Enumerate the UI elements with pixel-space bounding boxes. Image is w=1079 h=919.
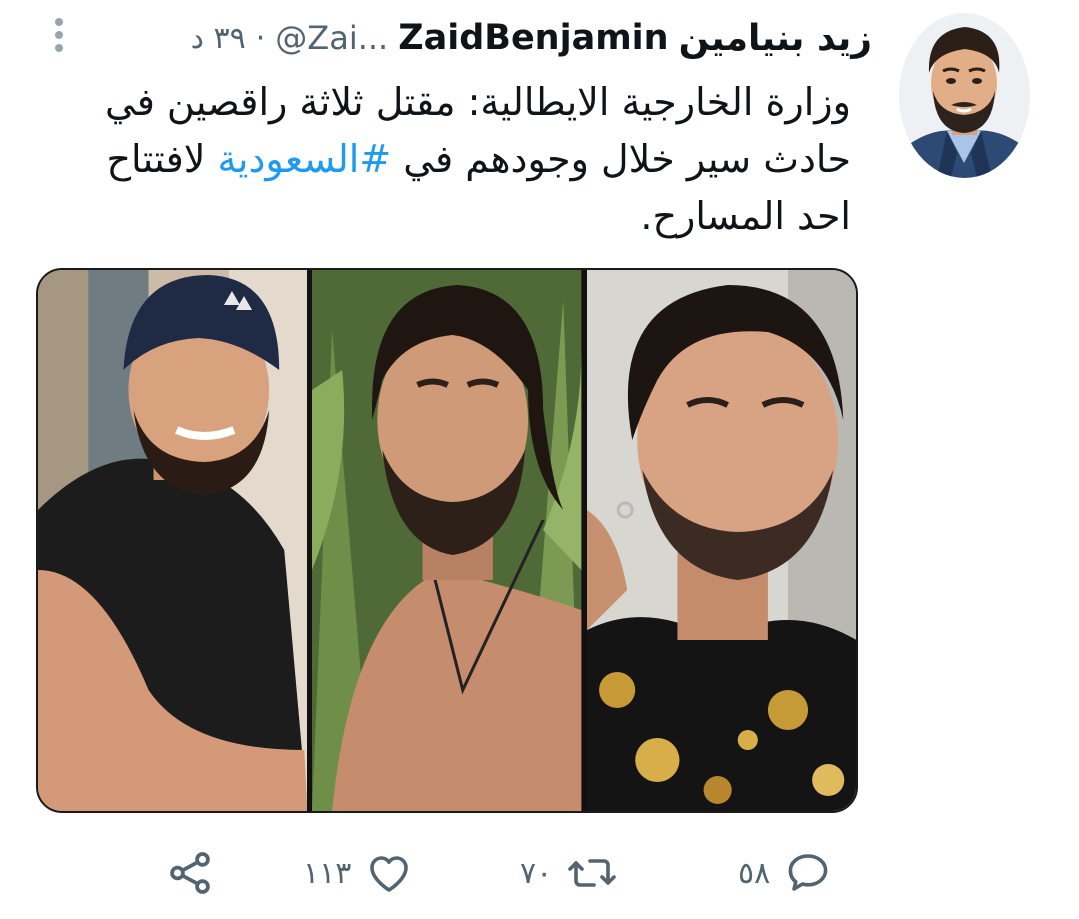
photo-1-image bbox=[38, 270, 308, 811]
retweet-arrows-icon[interactable] bbox=[566, 849, 618, 897]
reply-action[interactable]: ٥٨ bbox=[738, 840, 832, 906]
like-action[interactable]: ١١٣ bbox=[303, 840, 413, 906]
heart-icon[interactable] bbox=[365, 849, 413, 897]
share-action[interactable] bbox=[165, 840, 215, 906]
tweet-action-bar: ٥٨ ٧٠ ١١٣ bbox=[0, 840, 1079, 910]
tweet-photo-3[interactable] bbox=[586, 270, 856, 811]
photo-3-image bbox=[586, 270, 856, 811]
display-name-latin[interactable]: ZaidBenjamin bbox=[398, 18, 668, 58]
tweet-photo-2[interactable] bbox=[312, 270, 582, 811]
avatar-illustration bbox=[899, 13, 1030, 178]
tweet-timestamp[interactable]: ٣٩ د bbox=[191, 21, 246, 56]
user-handle[interactable]: @Zai... bbox=[275, 19, 388, 57]
tweet-media-grid bbox=[36, 268, 858, 813]
author-avatar[interactable] bbox=[899, 13, 1030, 178]
header-separator: · bbox=[255, 20, 266, 56]
share-nodes-icon[interactable] bbox=[165, 848, 215, 898]
tweet-header: زيد بنيامين ZaidBenjamin @Zai... · ٣٩ د bbox=[191, 8, 872, 68]
retweet-action[interactable]: ٧٠ bbox=[520, 840, 618, 906]
vertical-dots-icon[interactable] bbox=[52, 18, 66, 58]
tweet-text: وزارة الخارجية الايطالية: مقتل ثلاثة راق… bbox=[61, 74, 851, 245]
hashtag-link[interactable]: #السعودية bbox=[218, 137, 392, 181]
retweet-count: ٧٠ bbox=[520, 855, 553, 891]
tweet-photo-1[interactable] bbox=[38, 270, 308, 811]
display-name-arabic[interactable]: زيد بنيامين bbox=[679, 18, 872, 59]
like-count: ١١٣ bbox=[303, 855, 352, 891]
reply-count: ٥٨ bbox=[738, 855, 771, 891]
photo-2-image bbox=[312, 270, 582, 811]
speech-bubble-icon[interactable] bbox=[784, 849, 832, 897]
